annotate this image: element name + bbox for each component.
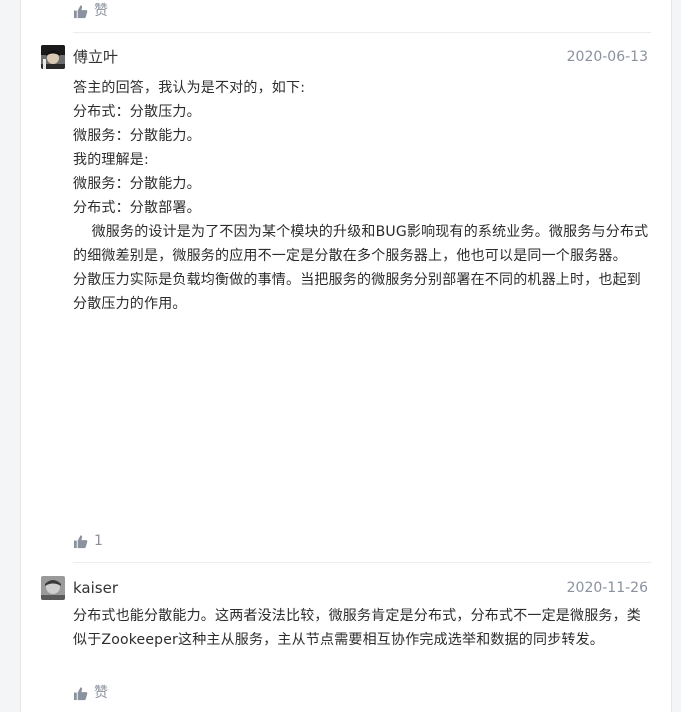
comment-list: 赞 傅立叶 2020-06-13 答主的回答，我认为是不对的，如下: 分布式：分…	[20, 0, 672, 712]
like-button[interactable]: 赞	[73, 684, 108, 702]
comment-line: 分散压力实际是负载均衡做的事情。当把服务的微服务分别部署在不同的机器上时，也起到…	[73, 272, 641, 312]
comment-header: kaiser 2020-11-26	[41, 576, 648, 600]
divider	[73, 32, 651, 33]
thumbs-up-icon	[73, 4, 88, 18]
avatar-image	[41, 45, 65, 69]
avatar[interactable]	[41, 576, 65, 600]
comment-line: 分布式也能分散能力。这两者没法比较，微服务肯定是分布式，分布式不一定是微服务，类…	[73, 608, 641, 648]
comment-body: 答主的回答，我认为是不对的，如下: 分布式：分散压力。 微服务：分散能力。 我的…	[73, 76, 653, 316]
username[interactable]: 傅立叶	[73, 46, 118, 68]
comment-line: 答主的回答，我认为是不对的，如下:	[73, 80, 306, 96]
divider	[73, 562, 651, 563]
like-count: 赞	[94, 685, 108, 701]
like-count: 1	[94, 533, 103, 549]
avatar[interactable]	[41, 45, 65, 69]
thumbs-up-icon	[73, 534, 88, 548]
like-button[interactable]: 1	[73, 532, 103, 550]
comment-line: 我的理解是:	[73, 152, 149, 168]
like-button[interactable]: 赞	[73, 2, 108, 20]
comment-line: 微服务：分散能力。	[73, 128, 201, 144]
thumbs-up-icon	[73, 686, 88, 700]
comment-date: 2020-11-26	[566, 580, 648, 596]
comment-line: 分布式：分散部署。	[73, 200, 201, 216]
avatar-image	[41, 576, 65, 600]
comment-line: 分布式：分散压力。	[73, 104, 201, 120]
comment-body: 分布式也能分散能力。这两者没法比较，微服务肯定是分布式，分布式不一定是微服务，类…	[73, 604, 653, 652]
username[interactable]: kaiser	[73, 577, 118, 599]
comment-header: 傅立叶 2020-06-13	[41, 45, 648, 69]
comment-line: 微服务的设计是为了不因为某个模块的升级和BUG影响现有的系统业务。微服务与分布式…	[73, 224, 649, 264]
comment-line: 微服务：分散能力。	[73, 176, 201, 192]
like-count: 赞	[94, 3, 108, 19]
comment-date: 2020-06-13	[566, 49, 648, 65]
